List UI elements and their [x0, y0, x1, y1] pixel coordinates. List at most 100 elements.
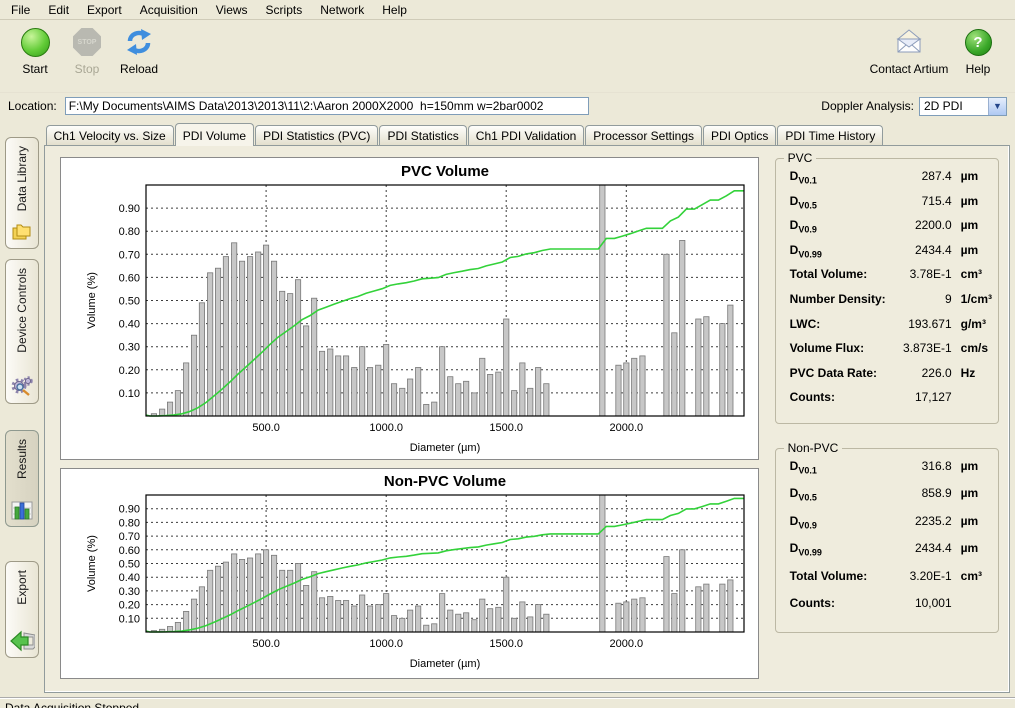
- start-button-label: Start: [10, 62, 60, 76]
- nonpvc-groupbox-title: Non-PVC: [784, 441, 843, 455]
- doppler-analysis-select[interactable]: 2D PDI ▼: [919, 97, 1007, 116]
- svg-text:500.0: 500.0: [252, 638, 280, 650]
- folders-icon: [10, 221, 34, 243]
- menu-item-edit[interactable]: Edit: [39, 1, 78, 19]
- charts-column: 0.100.200.300.400.500.600.700.800.90500.…: [45, 146, 763, 692]
- stat-value: 3.20E-1: [894, 569, 952, 583]
- svg-text:Diameter (µm): Diameter (µm): [409, 658, 480, 670]
- svg-text:0.80: 0.80: [118, 517, 139, 529]
- sidebar-item-data-library[interactable]: Data Library: [5, 137, 39, 249]
- stat-value: 226.0: [894, 366, 952, 380]
- stat-label: DV0.1: [790, 169, 894, 185]
- stats-column: PVC DV0.1287.4µmDV0.5715.4µmDV0.92200.0µ…: [763, 146, 1009, 692]
- help-button-label: Help: [953, 62, 1003, 76]
- pvc-stats-groupbox: PVC DV0.1287.4µmDV0.5715.4µmDV0.92200.0µ…: [775, 158, 999, 424]
- tab-processor-settings[interactable]: Processor Settings: [585, 125, 702, 145]
- stat-row: DV0.92235.2µm: [790, 514, 992, 542]
- menu-item-views[interactable]: Views: [207, 1, 257, 19]
- stat-value: 2434.4: [894, 541, 952, 555]
- main-area: Data Library Device Controls Res: [0, 119, 1015, 697]
- chevron-down-icon[interactable]: ▼: [988, 98, 1006, 115]
- reload-button[interactable]: Reload: [114, 25, 164, 76]
- location-row: Location: Doppler Analysis: 2D PDI ▼: [0, 93, 1015, 119]
- stat-label: DV0.9: [790, 514, 894, 530]
- svg-text:0.70: 0.70: [118, 531, 139, 543]
- svg-text:0.10: 0.10: [118, 613, 139, 625]
- help-button[interactable]: ? Help: [953, 25, 1003, 76]
- sidebar-item-export[interactable]: Export: [5, 561, 39, 658]
- stat-value: 3.873E-1: [894, 341, 952, 355]
- stat-label: DV0.9: [790, 218, 894, 234]
- svg-text:0.50: 0.50: [118, 296, 139, 308]
- start-button[interactable]: Start: [10, 25, 60, 76]
- menu-item-scripts[interactable]: Scripts: [257, 1, 312, 19]
- stat-row: DV0.92200.0µm: [790, 218, 992, 243]
- stat-row: DV0.1287.4µm: [790, 169, 992, 194]
- menu-bar: FileEditExportAcquisitionViewsScriptsNet…: [0, 0, 1015, 20]
- stop-button[interactable]: STOP Stop: [62, 25, 112, 76]
- tab-pdi-statistics-pvc-[interactable]: PDI Statistics (PVC): [255, 125, 378, 145]
- stat-row: Number Density:91/cm³: [790, 292, 992, 317]
- stat-label: Counts:: [790, 390, 894, 404]
- stat-unit: Hz: [961, 366, 976, 380]
- reload-icon: [124, 28, 154, 56]
- stat-unit: g/m³: [961, 317, 986, 331]
- location-label: Location:: [8, 99, 57, 113]
- contact-artium-button[interactable]: Contact Artium: [867, 25, 951, 76]
- stat-row: Total Volume:3.78E-1cm³: [790, 267, 992, 292]
- stat-label: DV0.5: [790, 486, 894, 502]
- sidebar-label-export: Export: [15, 570, 29, 605]
- doppler-analysis-label: Doppler Analysis:: [821, 99, 914, 113]
- contact-artium-label: Contact Artium: [867, 62, 951, 76]
- doppler-analysis-value: 2D PDI: [920, 99, 988, 113]
- menu-item-file[interactable]: File: [2, 1, 39, 19]
- sidebar-item-device-controls[interactable]: Device Controls: [5, 259, 39, 404]
- stat-label: Total Volume:: [790, 569, 894, 583]
- stat-label: DV0.99: [790, 243, 894, 259]
- status-bar: Data Acquisition Stopped: [0, 697, 1015, 708]
- stat-label: Total Volume:: [790, 267, 894, 281]
- menu-item-help[interactable]: Help: [373, 1, 416, 19]
- menu-item-network[interactable]: Network: [311, 1, 373, 19]
- svg-text:2000.0: 2000.0: [609, 638, 643, 650]
- sidebar-label-data-library: Data Library: [15, 146, 29, 211]
- svg-text:0.70: 0.70: [118, 249, 139, 261]
- stat-unit: µm: [961, 486, 979, 500]
- stat-unit: 1/cm³: [961, 292, 992, 306]
- tab-ch1-velocity-vs-size[interactable]: Ch1 Velocity vs. Size: [46, 125, 174, 145]
- svg-text:1000.0: 1000.0: [369, 422, 403, 434]
- stat-value: 193.671: [894, 317, 952, 331]
- stat-label: DV0.99: [790, 541, 894, 557]
- stat-value: 10,001: [894, 596, 952, 610]
- stop-icon: STOP: [73, 28, 101, 56]
- sidebar-item-results[interactable]: Results: [5, 430, 39, 527]
- svg-text:1500.0: 1500.0: [489, 422, 523, 434]
- stat-row: Counts:17,127: [790, 390, 992, 415]
- tab-pdi-time-history[interactable]: PDI Time History: [777, 125, 883, 145]
- export-arrow-icon: [9, 630, 35, 652]
- svg-text:0.80: 0.80: [118, 226, 139, 238]
- stat-value: 287.4: [894, 169, 952, 183]
- svg-text:Non-PVC Volume: Non-PVC Volume: [384, 473, 506, 490]
- stat-unit: µm: [961, 459, 979, 473]
- svg-text:0.90: 0.90: [118, 203, 139, 215]
- tab-pdi-optics[interactable]: PDI Optics: [703, 125, 776, 145]
- stat-value: 715.4: [894, 194, 952, 208]
- tab-pdi-statistics[interactable]: PDI Statistics: [379, 125, 466, 145]
- stat-value: 3.78E-1: [894, 267, 952, 281]
- stat-unit: cm³: [961, 569, 982, 583]
- nonpvc-volume-chart: 0.100.200.300.400.500.600.700.800.90500.…: [60, 468, 759, 679]
- pvc-volume-chart: 0.100.200.300.400.500.600.700.800.90500.…: [60, 157, 759, 460]
- stat-label: Counts:: [790, 596, 894, 610]
- location-input[interactable]: [65, 97, 589, 115]
- stat-value: 858.9: [894, 486, 952, 500]
- svg-text:Volume (%): Volume (%): [86, 272, 98, 329]
- stat-row: Total Volume:3.20E-1 cm³: [790, 569, 992, 597]
- svg-text:500.0: 500.0: [252, 422, 280, 434]
- menu-item-acquisition[interactable]: Acquisition: [131, 1, 207, 19]
- sidebar-label-device-controls: Device Controls: [15, 268, 29, 353]
- svg-text:0.50: 0.50: [118, 559, 139, 571]
- tab-ch1-pdi-validation[interactable]: Ch1 PDI Validation: [468, 125, 585, 145]
- menu-item-export[interactable]: Export: [78, 1, 131, 19]
- tab-pdi-volume[interactable]: PDI Volume: [175, 123, 254, 146]
